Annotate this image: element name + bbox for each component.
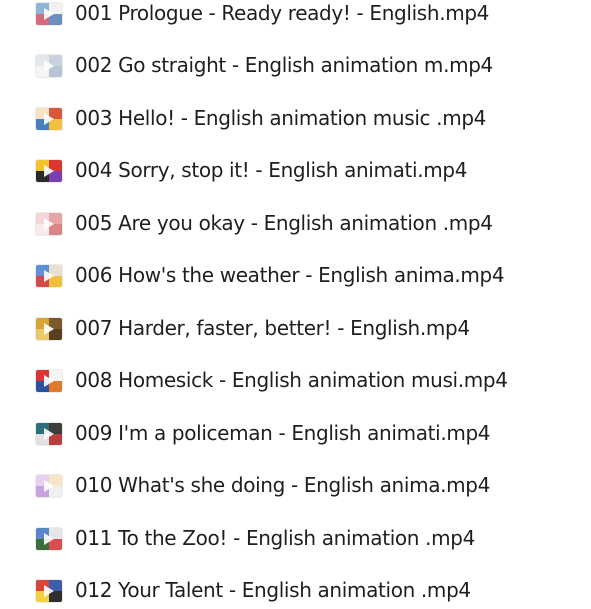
file-name: 010 What's she doing - English anima.mp4 <box>75 473 490 498</box>
video-thumbnail-icon <box>36 580 62 602</box>
file-row[interactable]: 012 Your Talent - English animation .mp4 <box>0 565 591 609</box>
video-thumbnail-icon <box>36 55 62 77</box>
file-row[interactable]: 011 To the Zoo! - English animation .mp4 <box>0 513 591 565</box>
video-thumbnail-icon <box>36 213 62 235</box>
file-row[interactable]: 009 I'm a policeman - English animati.mp… <box>0 408 591 460</box>
file-row[interactable]: 001 Prologue - Ready ready! - English.mp… <box>0 0 591 40</box>
file-row[interactable]: 005 Are you okay - English animation .mp… <box>0 198 591 250</box>
file-name: 007 Harder, faster, better! - English.mp… <box>75 316 470 341</box>
file-row[interactable]: 004 Sorry, stop it! - English animati.mp… <box>0 145 591 197</box>
file-name: 005 Are you okay - English animation .mp… <box>75 211 493 236</box>
file-name: 012 Your Talent - English animation .mp4 <box>75 578 471 603</box>
file-name: 001 Prologue - Ready ready! - English.mp… <box>75 1 490 26</box>
video-thumbnail-icon <box>36 370 62 392</box>
video-thumbnail-icon <box>36 108 62 130</box>
file-name: 009 I'm a policeman - English animati.mp… <box>75 421 491 446</box>
video-thumbnail-icon <box>36 3 62 25</box>
video-thumbnail-icon <box>36 318 62 340</box>
file-list: 001 Prologue - Ready ready! - English.mp… <box>0 0 591 609</box>
file-row[interactable]: 010 What's she doing - English anima.mp4 <box>0 460 591 512</box>
video-thumbnail-icon <box>36 265 62 287</box>
file-name: 011 To the Zoo! - English animation .mp4 <box>75 526 475 551</box>
video-thumbnail-icon <box>36 423 62 445</box>
file-name: 002 Go straight - English animation m.mp… <box>75 53 493 78</box>
file-row[interactable]: 007 Harder, faster, better! - English.mp… <box>0 303 591 355</box>
file-row[interactable]: 006 How's the weather - English anima.mp… <box>0 250 591 302</box>
video-thumbnail-icon <box>36 475 62 497</box>
video-thumbnail-icon <box>36 528 62 550</box>
file-row[interactable]: 008 Homesick - English animation musi.mp… <box>0 355 591 407</box>
file-name: 006 How's the weather - English anima.mp… <box>75 263 505 288</box>
file-row[interactable]: 002 Go straight - English animation m.mp… <box>0 40 591 92</box>
file-name: 008 Homesick - English animation musi.mp… <box>75 368 508 393</box>
file-row[interactable]: 003 Hello! - English animation music .mp… <box>0 93 591 145</box>
video-thumbnail-icon <box>36 160 62 182</box>
file-name: 004 Sorry, stop it! - English animati.mp… <box>75 158 468 183</box>
file-name: 003 Hello! - English animation music .mp… <box>75 106 487 131</box>
